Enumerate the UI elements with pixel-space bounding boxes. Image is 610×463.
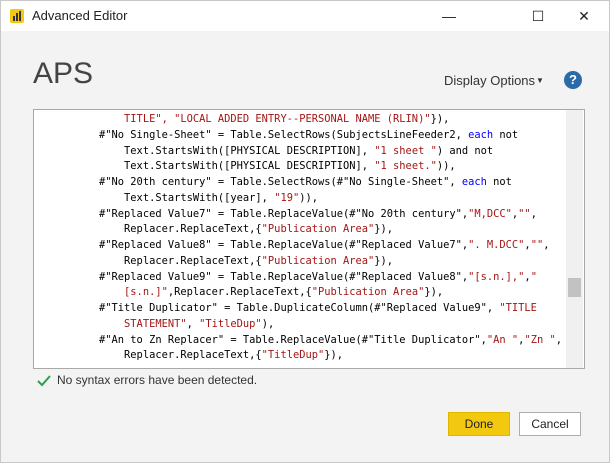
power-bi-icon [10,9,24,23]
code-token: ,Replacer.ReplaceText,{ [167,286,312,299]
title-bar: Advanced Editor — ☐ ✕ [1,1,609,31]
code-token: }), [374,254,394,267]
cancel-button[interactable]: Cancel [519,412,581,436]
code-token: #"No 20th century" = Table.SelectRows(#"… [74,176,462,188]
code-token: #"No Single-Sheet" = Table.SelectRows(Su… [74,128,469,141]
check-icon [37,375,51,387]
code-token: not [486,176,512,188]
code-token: " [530,270,537,283]
code-token: "Publication Area" [311,286,425,299]
code-token: [s.n.]" [124,286,168,299]
code-token: , [543,239,550,251]
advanced-editor-window: Advanced Editor — ☐ ✕ APS Display Option… [0,0,610,463]
scrollbar-thumb[interactable] [568,278,581,297]
display-options-button[interactable]: Display Options [444,73,535,88]
code-token: }), [374,223,394,236]
code-line[interactable]: #"Replaced Value8" = Table.ReplaceValue(… [74,238,564,254]
code-token: "TitleDup" [261,349,325,362]
code-line[interactable]: #"No Single-Sheet" = Table.SelectRows(Su… [74,128,564,144]
code-token: each [461,176,487,188]
code-token: #"Replaced Value9" = Table.ReplaceValue(… [74,270,469,283]
code-token: "M,DCC" [468,207,512,220]
code-token: ) and not [436,144,494,157]
code-token: #"Replaced Value8" = Table.ReplaceValue(… [74,239,469,251]
code-token: "" [530,239,544,251]
maximize-button[interactable]: ☐ [515,1,561,31]
code-text[interactable]: TITLE", "LOCAL ADDED ENTRY--PERSONAL NAM… [74,112,564,364]
code-token: ), [261,317,275,330]
code-line[interactable]: Replacer.ReplaceText,{"Publication Area"… [74,254,564,270]
code-line[interactable]: Text.StartsWith([PHYSICAL DESCRIPTION], … [74,159,564,175]
code-token: "Publication Area" [261,254,375,267]
code-line[interactable]: #"An to Zn Replacer" = Table.ReplaceValu… [74,333,564,349]
code-token: #"An to Zn Replacer" = Table.ReplaceValu… [74,333,487,346]
help-icon[interactable]: ? [564,71,582,89]
code-token: "" [518,207,531,220]
window-title: Advanced Editor [32,8,128,23]
code-token: Replacer.ReplaceText,{ [74,254,262,267]
code-token: "1 sheet " [374,144,437,157]
syntax-status: No syntax errors have been detected. [37,373,257,387]
code-line[interactable]: [s.n.]",Replacer.ReplaceText,{"Publicati… [74,285,564,301]
code-token: }), [430,113,450,125]
editor-gutter [34,110,74,368]
code-line[interactable]: #"Title Duplicator" = Table.DuplicateCol… [74,301,564,317]
code-token: STATEMENT" [124,317,187,330]
code-token: each [468,128,494,141]
code-token: }), [424,286,444,299]
code-line[interactable]: Text.StartsWith([year], "19")), [74,191,564,207]
code-token: )), [436,160,456,173]
code-token: , [530,207,537,220]
code-token: "1 sheet." [374,160,437,173]
code-line[interactable]: TITLE", "LOCAL ADDED ENTRY--PERSONAL NAM… [74,112,564,128]
syntax-status-message: No syntax errors have been detected. [57,373,258,387]
close-button[interactable]: ✕ [561,1,607,31]
code-line[interactable]: #"Replaced Value7" = Table.ReplaceValue(… [74,207,564,223]
code-token: "TitleDup" [199,317,262,330]
code-line[interactable]: Replacer.ReplaceText,{"TitleDup"}), [74,348,564,364]
code-token: Text.StartsWith([PHYSICAL DESCRIPTION], [74,160,375,173]
done-button[interactable]: Done [448,412,510,436]
code-token: "[s.n.]," [468,270,525,283]
code-token: , [186,317,200,330]
code-line[interactable]: #"No 20th century" = Table.SelectRows(#"… [74,175,564,191]
code-token: "TITLE [499,302,537,314]
code-line[interactable]: Replacer.ReplaceText,{"Publication Area"… [74,222,564,238]
query-name-heading: APS [33,57,94,90]
vertical-scrollbar[interactable] [566,110,583,368]
code-line[interactable]: #"Replaced Value9" = Table.ReplaceValue(… [74,270,564,286]
code-line[interactable]: STATEMENT", "TitleDup"), [74,317,564,333]
code-editor[interactable]: TITLE", "LOCAL ADDED ENTRY--PERSONAL NAM… [33,109,585,369]
code-token: Text.StartsWith([PHYSICAL DESCRIPTION], [74,144,375,157]
code-token: "An " [486,333,519,346]
caret-down-icon[interactable]: ▼ [536,76,544,85]
code-token: }), [324,349,344,362]
code-token: #"Title Duplicator" = Table.DuplicateCol… [74,302,500,314]
code-token: )), [299,191,318,204]
code-token: ". M.DCC" [468,239,525,251]
code-token: , [555,333,562,346]
code-line[interactable]: Text.StartsWith([PHYSICAL DESCRIPTION], … [74,144,564,160]
minimize-button[interactable]: — [426,1,472,31]
code-token: "Zn " [524,333,556,346]
code-token: Replacer.ReplaceText,{ [74,223,262,236]
code-token: "19" [274,191,300,204]
code-token: TITLE", "LOCAL ADDED ENTRY--PERSONAL NAM… [124,113,431,125]
code-token: Replacer.ReplaceText,{ [74,349,262,362]
code-token: #"Replaced Value7" = Table.ReplaceValue(… [74,207,469,220]
code-token: Text.StartsWith([year], [74,191,275,204]
code-token: not [493,128,519,141]
code-token: "Publication Area" [261,223,375,236]
